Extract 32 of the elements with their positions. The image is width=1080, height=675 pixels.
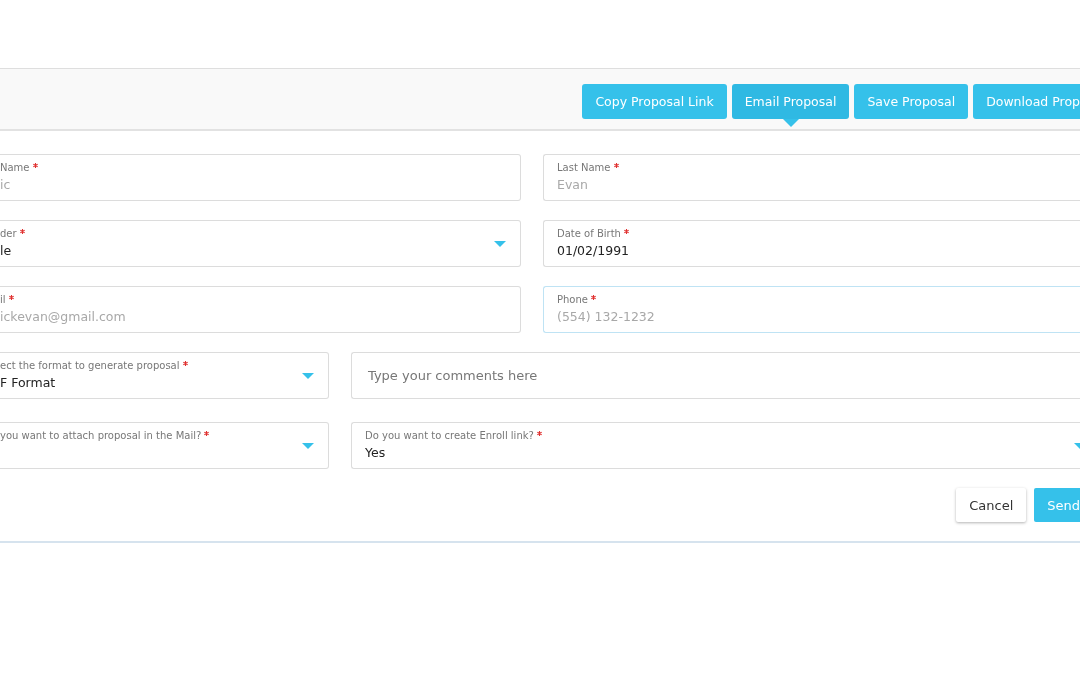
comment-placeholder: Type your comments here <box>367 366 539 385</box>
field-value: Yes <box>365 443 387 462</box>
caret-icon <box>302 443 314 450</box>
caret-icon <box>494 241 506 248</box>
input-field[interactable]: il ickevan@gmail.com <box>0 286 521 333</box>
input-field[interactable]: Name ic <box>0 154 521 201</box>
caret-icon <box>302 373 314 380</box>
field-label: il <box>0 292 6 307</box>
field-value: le <box>0 241 13 260</box>
field-label: Do you want to create Enroll link? <box>365 428 534 443</box>
field-placeholder: ickevan@gmail.com <box>0 307 127 326</box>
field-placeholder: (554) 132-1232 <box>557 307 656 326</box>
field-label: you want to attach proposal in the Mail? <box>0 428 202 443</box>
field-value: 01/02/1991 <box>557 241 631 260</box>
select-field[interactable]: you want to attach proposal in the Mail? <box>0 422 329 469</box>
field-label: Name <box>0 160 30 175</box>
field-label: Date of Birth <box>557 226 621 241</box>
input-field[interactable]: Date of Birth 01/02/1991 <box>543 220 1080 267</box>
comment-field[interactable]: Type your comments here <box>351 352 1080 399</box>
field-label: der <box>0 226 17 241</box>
select-field[interactable]: ect the format to generate proposal F Format <box>0 352 329 399</box>
field-label: Phone <box>557 292 588 307</box>
field-label: Last Name <box>557 160 611 175</box>
field-placeholder: Evan <box>557 175 589 194</box>
select-field[interactable]: Do you want to create Enroll link? Yes <box>351 422 1080 469</box>
field-placeholder: ic <box>0 175 12 194</box>
field-label: ect the format to generate proposal <box>0 358 180 373</box>
select-field[interactable]: der le <box>0 220 521 267</box>
input-field[interactable]: Last Name Evan <box>543 154 1080 201</box>
cancel-button[interactable]: Cancel <box>956 488 1027 522</box>
field-value: F Format <box>0 373 57 392</box>
input-field[interactable]: Phone (554) 132-1232 <box>543 286 1080 333</box>
